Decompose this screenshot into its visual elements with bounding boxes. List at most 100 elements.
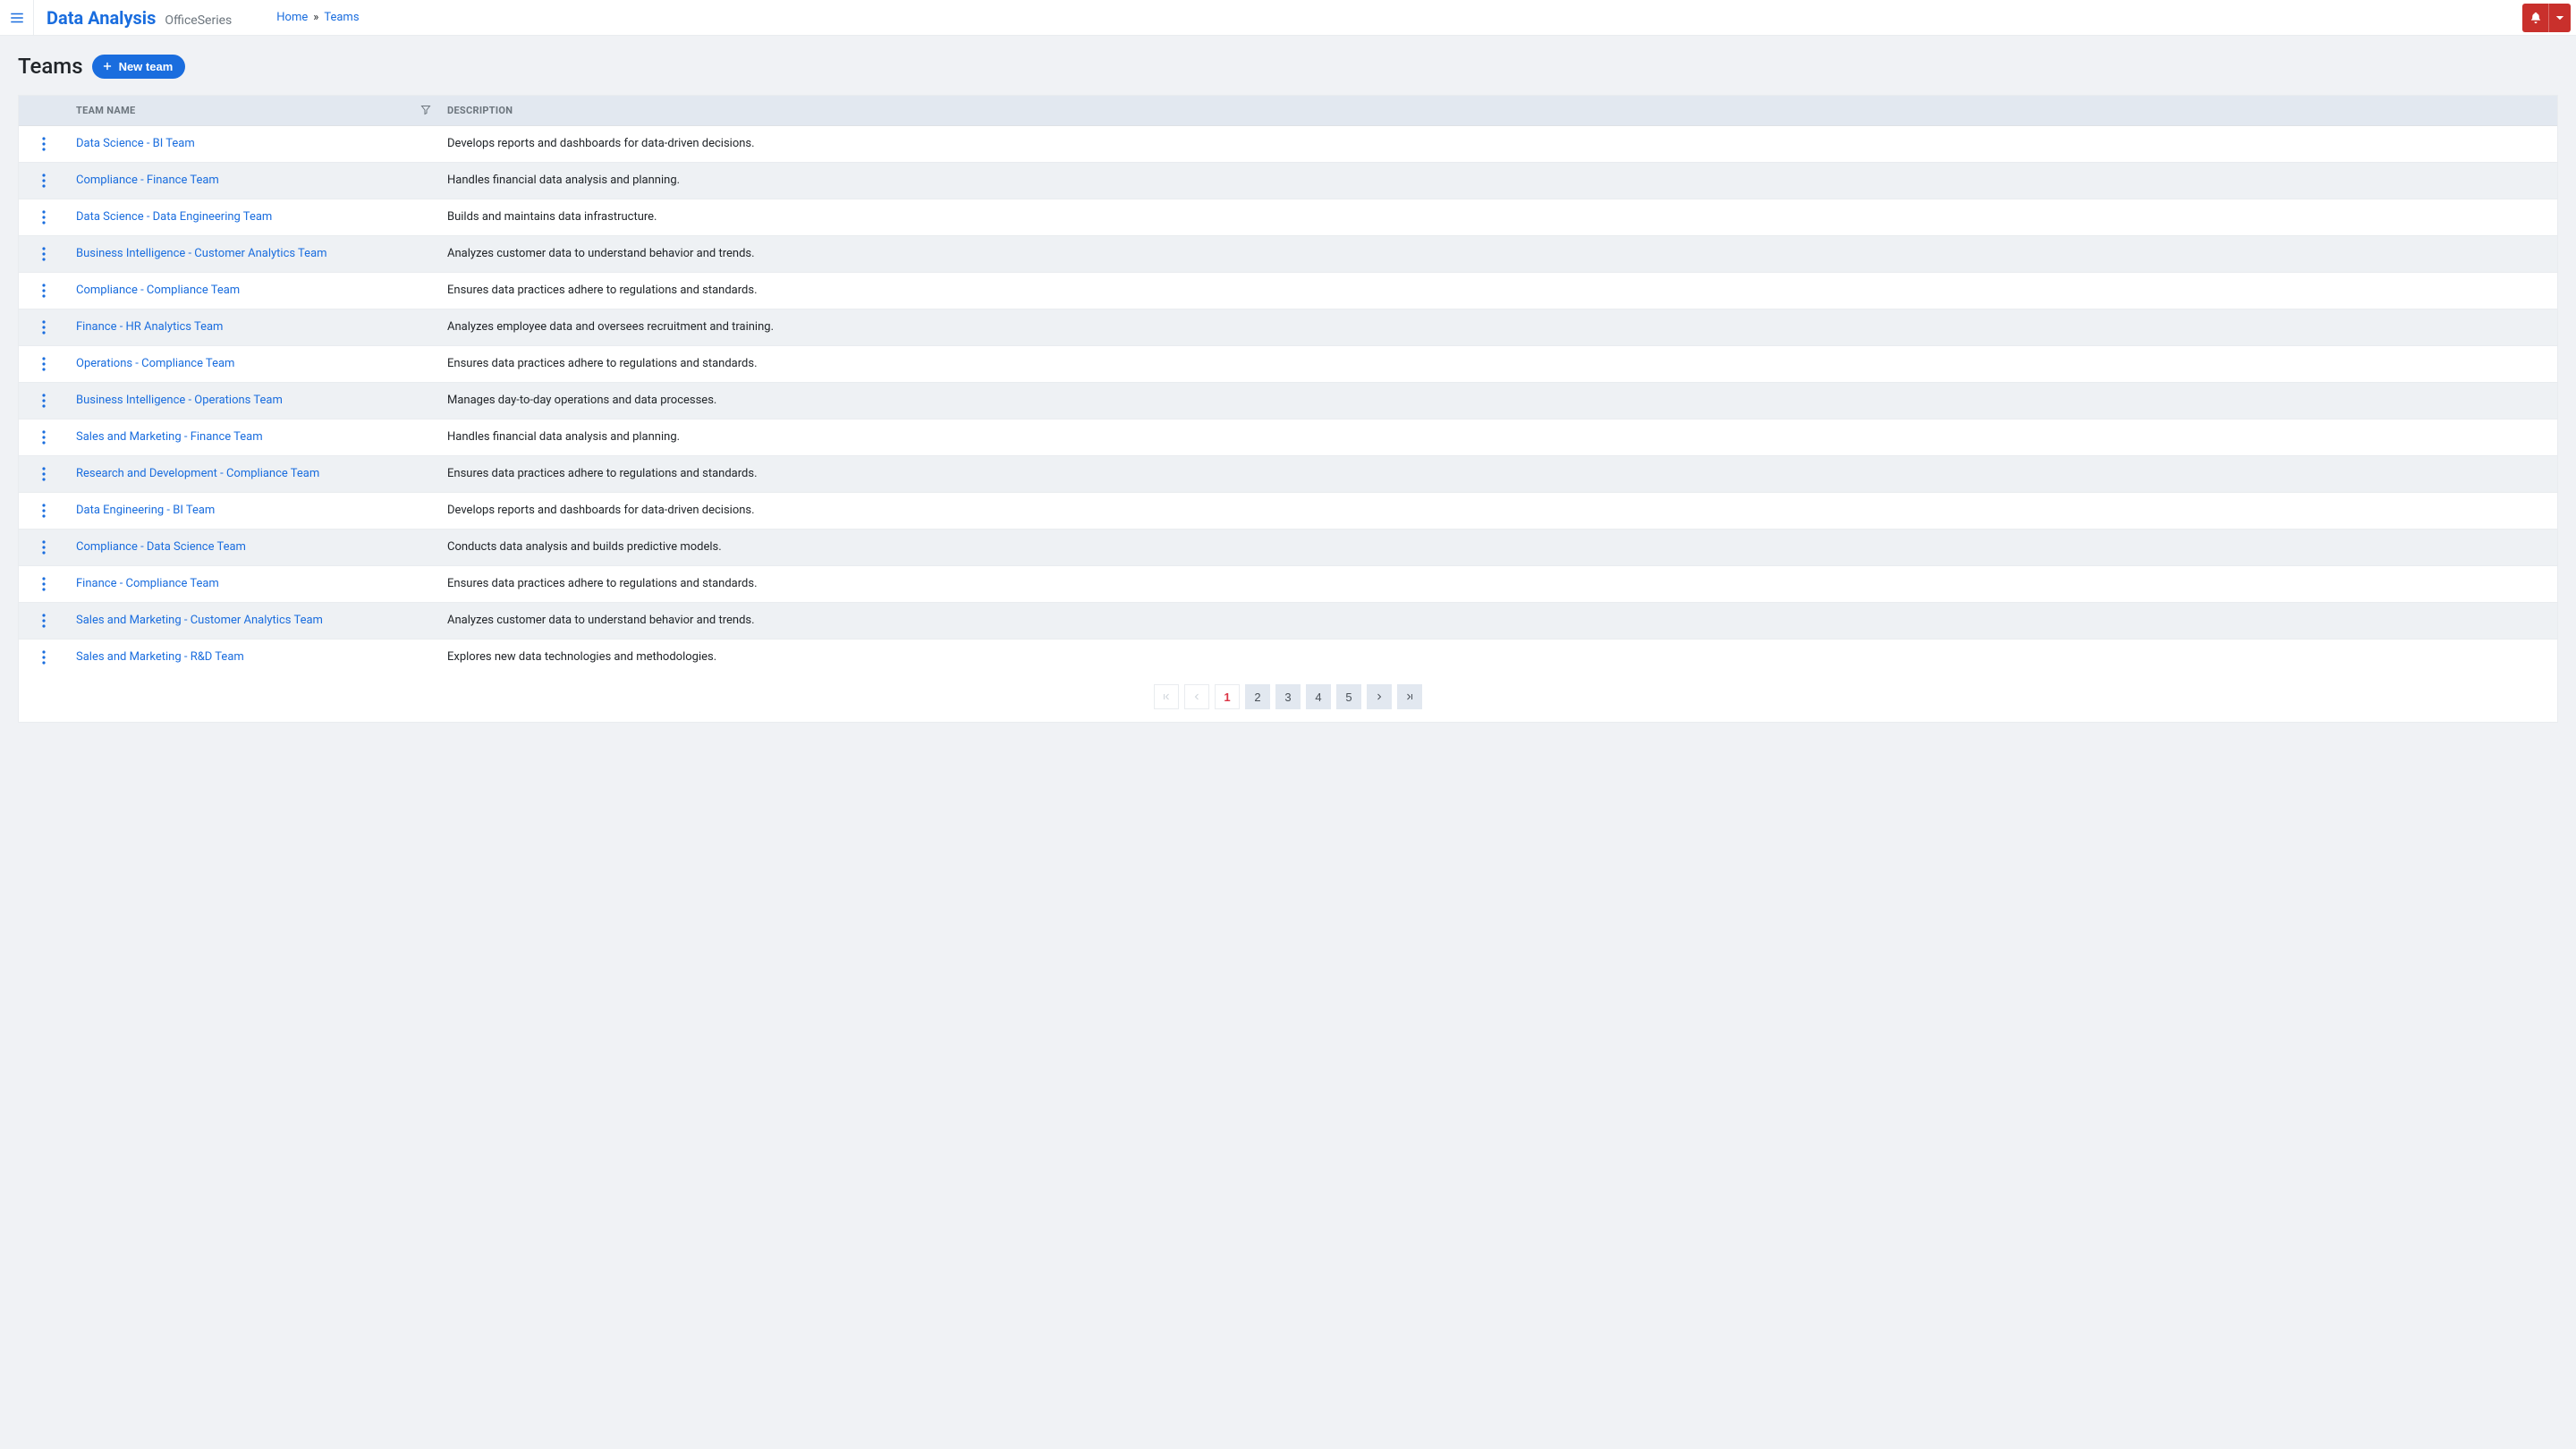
table-row: Sales and Marketing - Customer Analytics…	[19, 603, 2557, 640]
column-description[interactable]: Description	[440, 96, 2557, 125]
cell-description: Handles financial data analysis and plan…	[440, 163, 2557, 199]
team-link[interactable]: Operations - Compliance Team	[76, 357, 234, 370]
kebab-icon	[42, 540, 46, 555]
page-next[interactable]	[1367, 684, 1392, 709]
page-4[interactable]: 4	[1306, 684, 1331, 709]
row-actions	[19, 126, 69, 162]
brand: Data Analysis OfficeSeries	[34, 7, 232, 29]
cell-team-name: Research and Development - Compliance Te…	[69, 456, 440, 492]
row-menu-button[interactable]	[26, 504, 62, 518]
breadcrumb-current[interactable]: Teams	[324, 11, 359, 24]
kebab-icon	[42, 467, 46, 481]
caret-down-icon	[2554, 12, 2566, 24]
team-link[interactable]: Compliance - Compliance Team	[76, 284, 240, 297]
filter-button[interactable]	[420, 104, 431, 117]
row-actions	[19, 493, 69, 529]
row-menu-button[interactable]	[26, 137, 62, 151]
team-link[interactable]: Business Intelligence - Customer Analyti…	[76, 247, 327, 260]
table-row: Data Science - Data Engineering Team Buil…	[19, 199, 2557, 236]
page-title: Teams	[18, 54, 83, 79]
teams-table: Team Name Description Data Science - BI …	[18, 95, 2558, 723]
cell-team-name: Compliance - Data Science Team	[69, 530, 440, 565]
row-menu-button[interactable]	[26, 357, 62, 371]
row-menu-button[interactable]	[26, 540, 62, 555]
page-2[interactable]: 2	[1245, 684, 1270, 709]
bell-icon	[2529, 12, 2542, 24]
kebab-icon	[42, 210, 46, 225]
cell-team-name: Operations - Compliance Team	[69, 346, 440, 382]
table-row: Finance - HR Analytics TeamAnalyzes empl…	[19, 309, 2557, 346]
row-menu-button[interactable]	[26, 650, 62, 665]
user-menu-button[interactable]	[2549, 4, 2571, 32]
team-link[interactable]: Finance - HR Analytics Team	[76, 320, 223, 334]
row-actions	[19, 163, 69, 199]
page-header: Teams New team	[18, 54, 2558, 79]
menu-button[interactable]	[0, 0, 34, 36]
row-menu-button[interactable]	[26, 210, 62, 225]
kebab-icon	[42, 650, 46, 665]
team-link[interactable]: Data Science - BI Team	[76, 137, 195, 150]
table-row: Business Intelligence - Operations Team M…	[19, 383, 2557, 419]
team-link[interactable]: Finance - Compliance Team	[76, 577, 219, 590]
team-link[interactable]: Data Engineering - BI Team	[76, 504, 215, 517]
row-actions	[19, 566, 69, 602]
row-menu-button[interactable]	[26, 174, 62, 188]
cell-description: Develops reports and dashboards for data…	[440, 126, 2557, 162]
cell-description: Ensures data practices adhere to regulat…	[440, 273, 2557, 309]
cell-team-name: Finance - Compliance Team	[69, 566, 440, 602]
row-menu-button[interactable]	[26, 320, 62, 335]
row-actions	[19, 236, 69, 272]
cell-team-name: Data Engineering - BI Team	[69, 493, 440, 529]
page-3[interactable]: 3	[1275, 684, 1301, 709]
row-menu-button[interactable]	[26, 577, 62, 591]
kebab-icon	[42, 357, 46, 371]
kebab-icon	[42, 430, 46, 445]
cell-description: Ensures data practices adhere to regulat…	[440, 456, 2557, 492]
column-team-name[interactable]: Team Name	[69, 96, 440, 125]
table-row: Research and Development - Compliance Te…	[19, 456, 2557, 493]
page-1[interactable]: 1	[1215, 684, 1240, 709]
row-menu-button[interactable]	[26, 467, 62, 481]
filter-icon	[420, 104, 431, 114]
new-team-button-label: New team	[119, 60, 174, 73]
cell-description: Manages day-to-day operations and data p…	[440, 383, 2557, 419]
cell-team-name: Business Intelligence - Operations Team	[69, 383, 440, 419]
row-menu-button[interactable]	[26, 247, 62, 261]
cell-team-name: Compliance - Finance Team	[69, 163, 440, 199]
cell-team-name: Data Science - BI Team	[69, 126, 440, 162]
page-5[interactable]: 5	[1336, 684, 1361, 709]
row-menu-button[interactable]	[26, 394, 62, 408]
row-actions	[19, 309, 69, 345]
team-link[interactable]: Compliance - Finance Team	[76, 174, 219, 187]
kebab-icon	[42, 284, 46, 298]
team-link[interactable]: Sales and Marketing - Customer Analytics…	[76, 614, 323, 627]
cell-team-name: Sales and Marketing - Finance Team	[69, 419, 440, 455]
hamburger-icon	[9, 10, 25, 26]
team-link[interactable]: Compliance - Data Science Team	[76, 540, 246, 554]
row-menu-button[interactable]	[26, 284, 62, 298]
row-actions	[19, 346, 69, 382]
new-team-button[interactable]: New team	[92, 55, 186, 79]
row-menu-button[interactable]	[26, 614, 62, 628]
cell-description: Ensures data practices adhere to regulat…	[440, 566, 2557, 602]
notifications-button[interactable]	[2522, 4, 2549, 32]
page-last[interactable]	[1397, 684, 1422, 709]
breadcrumb-home[interactable]: Home	[276, 11, 308, 24]
cell-description: Builds and maintains data infrastructure…	[440, 199, 2557, 235]
team-link[interactable]: Business Intelligence - Operations Team	[76, 394, 283, 407]
row-actions	[19, 419, 69, 455]
table-row: Operations - Compliance TeamEnsures data…	[19, 346, 2557, 383]
team-link[interactable]: Sales and Marketing - Finance Team	[76, 430, 263, 444]
page-prev	[1184, 684, 1209, 709]
team-link[interactable]: Data Science - Data Engineering Team	[76, 210, 272, 224]
row-actions	[19, 530, 69, 565]
row-actions	[19, 199, 69, 235]
team-link[interactable]: Sales and Marketing - R&D Team	[76, 650, 244, 664]
cell-team-name: Compliance - Compliance Team	[69, 273, 440, 309]
table-row: Business Intelligence - Customer Analyti…	[19, 236, 2557, 273]
cell-description: Analyzes customer data to understand beh…	[440, 236, 2557, 272]
team-link[interactable]: Research and Development - Compliance Te…	[76, 467, 319, 480]
brand-title[interactable]: Data Analysis	[47, 7, 156, 29]
table-row: Sales and Marketing - Finance TeamHandle…	[19, 419, 2557, 456]
row-menu-button[interactable]	[26, 430, 62, 445]
